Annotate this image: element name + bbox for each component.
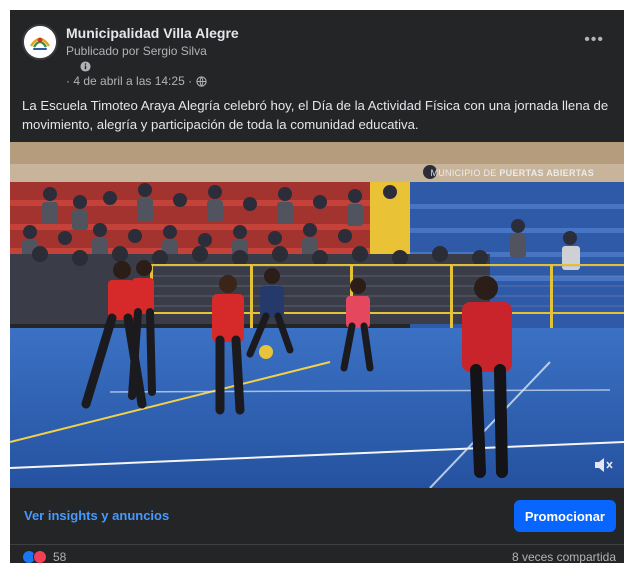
promote-button[interactable]: Promocionar: [513, 500, 616, 532]
video-watermark: MUNICIPIO DE PUERTAS ABIERTAS: [430, 168, 594, 178]
post-meta: · 4 de abril a las 14:25 ·: [66, 74, 207, 88]
divider: [10, 544, 624, 545]
municipality-logo: [24, 26, 56, 58]
post-actions: Ver insights y anuncios Promocionar: [10, 488, 624, 544]
watermark-prefix: MUNICIPIO DE: [430, 168, 500, 178]
shares-count[interactable]: 8 veces compartida: [512, 550, 616, 563]
more-options-icon[interactable]: •••: [584, 32, 604, 48]
insights-link[interactable]: Ver insights y anuncios: [24, 508, 169, 523]
post-footer: 58 8 veces compartida: [22, 549, 616, 563]
watermark-bold: PUERTAS ABIERTAS: [499, 168, 594, 178]
page-name[interactable]: Municipalidad Villa Alegre: [66, 25, 239, 41]
publisher-label: Publicado por Sergio Silva: [66, 44, 207, 58]
love-reaction-icon: [33, 550, 47, 563]
page-avatar[interactable]: [22, 24, 58, 60]
gym-scene: [10, 142, 624, 488]
info-icon[interactable]: [80, 61, 91, 72]
reactions-summary[interactable]: 58: [22, 550, 66, 563]
reaction-count: 58: [53, 550, 67, 563]
post-video[interactable]: MUNICIPIO DE PUERTAS ABIERTAS: [10, 142, 624, 488]
post-header: Municipalidad Villa Alegre Publicado por…: [22, 24, 612, 90]
speaker-muted-icon[interactable]: [594, 456, 614, 474]
post-card: Municipalidad Villa Alegre Publicado por…: [10, 10, 624, 563]
post-date[interactable]: · 4 de abril a las 14:25 ·: [66, 74, 192, 88]
post-caption: La Escuela Timoteo Araya Alegría celebró…: [22, 98, 609, 132]
globe-icon: [196, 75, 207, 87]
